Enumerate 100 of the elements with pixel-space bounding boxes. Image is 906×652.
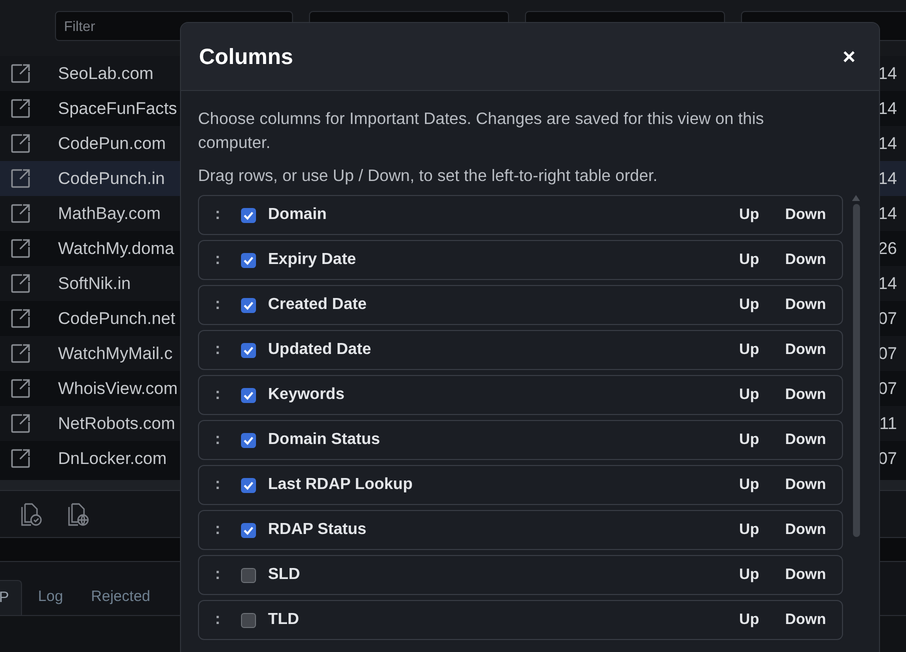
checkbox[interactable] xyxy=(241,298,256,312)
up-button[interactable]: Up xyxy=(737,294,762,316)
drag-handle[interactable]: : xyxy=(215,248,225,272)
checkbox[interactable] xyxy=(241,478,256,492)
external-link-icon[interactable] xyxy=(11,449,30,468)
domain-cell-text: WatchMy.doma xyxy=(58,238,174,260)
drag-handle[interactable]: : xyxy=(215,518,225,542)
up-button[interactable]: Up xyxy=(737,248,762,272)
column-label: Last RDAP Lookup xyxy=(268,475,413,495)
column-label: SLD xyxy=(268,565,300,585)
down-button[interactable]: Down xyxy=(783,204,828,226)
drag-handle[interactable]: : xyxy=(215,383,225,407)
down-button[interactable]: Down xyxy=(783,384,828,406)
checkbox[interactable] xyxy=(241,522,256,538)
down-button[interactable]: Down xyxy=(783,428,828,452)
column-row[interactable]: : Expiry Date Up Down xyxy=(198,240,843,280)
drag-handle[interactable]: : xyxy=(215,338,225,362)
column-label: Keywords xyxy=(268,385,344,405)
drag-handle[interactable]: : xyxy=(215,563,225,587)
external-link-icon[interactable] xyxy=(11,379,30,398)
checkbox[interactable] xyxy=(241,208,256,222)
column-row[interactable]: : SLD Up Down xyxy=(198,555,843,595)
date-cell-text: 14 xyxy=(878,62,898,85)
date-cell-text: 11 xyxy=(879,412,898,435)
checkbox[interactable] xyxy=(241,568,256,582)
domain-cell-text: SeoLab.com xyxy=(58,62,154,85)
column-label: Expiry Date xyxy=(268,250,356,270)
domain-cell-text: WatchMyMail.c xyxy=(58,342,173,365)
column-row[interactable]: : Last RDAP Lookup Up Down xyxy=(198,465,843,505)
drag-handle[interactable]: : xyxy=(215,473,225,497)
up-button[interactable]: Up xyxy=(737,518,762,542)
down-button[interactable]: Down xyxy=(783,564,828,586)
column-label: TLD xyxy=(268,610,300,630)
down-button[interactable]: Down xyxy=(783,338,828,362)
down-button[interactable]: Down xyxy=(783,294,828,316)
close-button[interactable]: × xyxy=(837,44,861,68)
external-link-icon[interactable] xyxy=(11,134,30,153)
drag-handle[interactable]: : xyxy=(215,428,225,452)
up-button[interactable]: Up xyxy=(737,608,762,632)
dialog-description: Choose columns for Important Dates. Changes are saved for this view on this computer. xyxy=(198,109,765,154)
checkbox[interactable] xyxy=(241,388,256,402)
drag-handle[interactable]: : xyxy=(215,608,225,632)
up-button[interactable]: Up xyxy=(737,564,762,586)
column-row[interactable]: : Updated Date Up Down xyxy=(198,330,843,370)
up-button[interactable]: Up xyxy=(737,474,762,496)
external-link-icon[interactable] xyxy=(11,99,30,118)
column-label: Domain Status xyxy=(268,430,380,450)
up-button[interactable]: Up xyxy=(737,384,762,406)
checkbox[interactable] xyxy=(241,252,256,268)
external-link-icon[interactable] xyxy=(11,239,30,258)
domain-cell-text: DnLocker.com xyxy=(58,448,167,470)
checkbox[interactable] xyxy=(241,342,256,358)
up-button[interactable]: Up xyxy=(737,204,762,226)
domain-cell-text: SpaceFunFacts xyxy=(58,98,178,120)
up-button[interactable]: Up xyxy=(737,428,762,452)
domain-cell-text: MathBay.com xyxy=(58,202,161,225)
column-label: Domain xyxy=(268,205,327,225)
column-label: Created Date xyxy=(268,295,367,315)
down-button[interactable]: Down xyxy=(783,474,828,496)
external-link-icon[interactable] xyxy=(11,204,30,223)
drag-handle[interactable]: : xyxy=(215,203,225,227)
drag-handle[interactable]: : xyxy=(215,293,225,317)
column-row[interactable]: : TLD Up Down xyxy=(198,600,843,640)
domain-cell-text: WhoisView.com xyxy=(58,378,178,400)
bottom-tab[interactable]: Rejected xyxy=(79,580,162,615)
down-button[interactable]: Down xyxy=(783,248,828,272)
date-cell-text: 14 xyxy=(878,202,898,225)
domain-cell-text: NetRobots.com xyxy=(58,412,176,435)
column-label: Updated Date xyxy=(268,340,372,360)
date-cell-text: 26 xyxy=(878,238,898,260)
dialog-hint: Drag rows, or use Up / Down, to set the left-to-right table order. xyxy=(198,166,658,187)
external-link-icon[interactable] xyxy=(11,169,30,188)
external-link-icon[interactable] xyxy=(11,344,30,363)
domain-cell-text: CodePunch.net xyxy=(58,308,176,330)
down-button[interactable]: Down xyxy=(783,608,828,632)
date-cell-text: 14 xyxy=(878,98,898,120)
column-row[interactable]: : Created Date Up Down xyxy=(198,285,843,325)
document-check-icon[interactable] xyxy=(20,502,42,526)
date-cell-text: 14 xyxy=(878,168,898,190)
date-cell-text: 14 xyxy=(878,132,898,155)
domain-cell-text: CodePun.com xyxy=(58,132,166,155)
up-button[interactable]: Up xyxy=(737,338,762,362)
date-cell-text: 14 xyxy=(878,272,898,295)
checkbox[interactable] xyxy=(241,612,256,628)
column-row[interactable]: : RDAP Status Up Down xyxy=(198,510,843,550)
down-button[interactable]: Down xyxy=(783,518,828,542)
dialog-title: Columns xyxy=(199,43,294,71)
document-globe-icon[interactable] xyxy=(67,502,89,526)
checkbox[interactable] xyxy=(241,432,256,448)
bottom-tab[interactable]: Log xyxy=(26,580,76,615)
column-row[interactable]: : Domain Status Up Down xyxy=(198,420,843,460)
column-row[interactable]: : Keywords Up Down xyxy=(198,375,843,415)
domain-cell-text: CodePunch.in xyxy=(58,168,165,190)
column-label: RDAP Status xyxy=(268,520,366,540)
external-link-icon[interactable] xyxy=(11,64,30,83)
external-link-icon[interactable] xyxy=(11,414,30,433)
external-link-icon[interactable] xyxy=(11,309,30,328)
bottom-tab[interactable]: P xyxy=(0,580,22,615)
column-row[interactable]: : Domain Up Down xyxy=(198,195,843,235)
external-link-icon[interactable] xyxy=(11,274,30,293)
